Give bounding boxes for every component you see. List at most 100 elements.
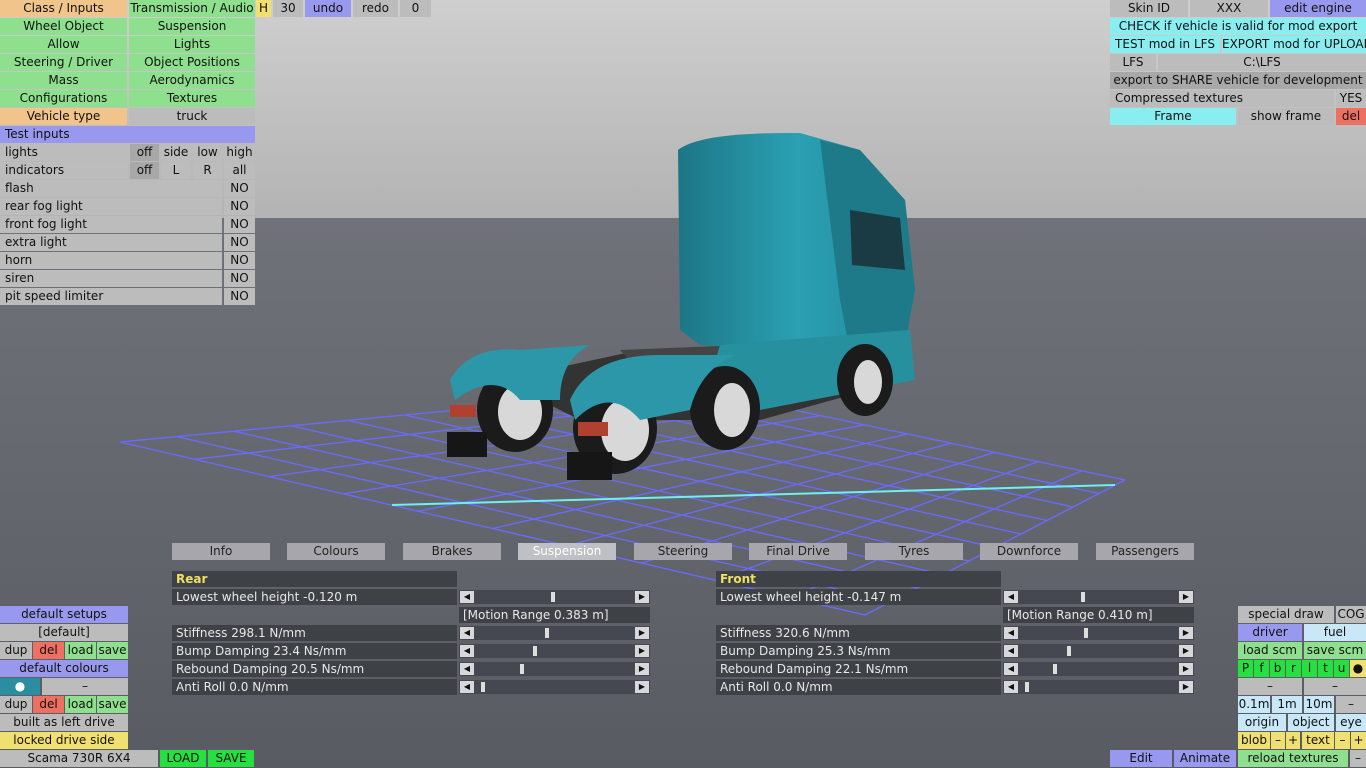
steering-driver-button[interactable]: Steering / Driver (0, 54, 127, 71)
rear-stiffness-slider[interactable]: ◀ ▶ (459, 626, 650, 640)
load-scm-button[interactable]: load scm (1238, 642, 1302, 659)
slider-thumb[interactable] (545, 628, 550, 638)
slider-thumb[interactable] (481, 682, 485, 692)
front-stiffness-slider[interactable]: ◀ ▶ (1003, 626, 1194, 640)
transmission-audio-button[interactable]: Transmission / Audio (129, 0, 255, 17)
colour-save-button[interactable]: save (97, 696, 128, 713)
letter-p-button[interactable]: P (1238, 660, 1253, 677)
scale-10m-button[interactable]: 10m (1304, 696, 1334, 713)
lights-button[interactable]: Lights (129, 36, 255, 53)
arrow-left-icon[interactable]: ◀ (1004, 591, 1018, 603)
arrow-left-icon[interactable]: ◀ (1004, 681, 1018, 693)
flash-toggle[interactable]: NO (224, 180, 255, 197)
tab-downforce[interactable]: Downforce (980, 543, 1078, 560)
setup-save-button[interactable]: save (97, 642, 128, 659)
arrow-right-icon[interactable]: ▶ (635, 663, 649, 675)
indicators-left-button[interactable]: L (161, 162, 191, 179)
show-frame-button[interactable]: show frame (1238, 108, 1334, 125)
arrow-left-icon[interactable]: ◀ (460, 627, 474, 639)
eye-button[interactable]: eye (1336, 714, 1366, 731)
lights-side-button[interactable]: side (161, 144, 191, 161)
slider-thumb[interactable] (551, 592, 555, 602)
textures-button[interactable]: Textures (129, 90, 255, 107)
vehicle-type-selector[interactable]: truck (129, 108, 255, 125)
scale-0-1m-button[interactable]: 0.1m (1238, 696, 1270, 713)
scale-1m-button[interactable]: 1m (1272, 696, 1302, 713)
blob-button[interactable]: blob (1238, 732, 1270, 749)
slider-thumb[interactable] (1025, 682, 1029, 692)
tab-final-drive[interactable]: Final Drive (749, 543, 847, 560)
pit-speed-limiter-toggle[interactable]: NO (224, 288, 255, 305)
default-setup-value[interactable]: [default] (0, 624, 128, 641)
arrow-right-icon[interactable]: ▶ (635, 645, 649, 657)
rear-lowest-slider[interactable]: ◀ ▶ (459, 590, 650, 604)
front-lowest-slider[interactable]: ◀ ▶ (1003, 590, 1194, 604)
letter-r-button[interactable]: r (1286, 660, 1301, 677)
slider-thumb[interactable] (520, 664, 525, 674)
indicators-off-button[interactable]: off (130, 162, 159, 179)
load-button[interactable]: LOAD (160, 750, 206, 767)
arrow-right-icon[interactable]: ▶ (635, 591, 649, 603)
text-button[interactable]: text (1302, 732, 1334, 749)
setup-dup-button[interactable]: dup (0, 642, 32, 659)
origin-button[interactable]: origin (1238, 714, 1286, 731)
rear-antiroll-slider[interactable]: ◀ ▶ (459, 680, 650, 694)
vehicle-name[interactable]: Scama 730R 6X4 (0, 750, 158, 767)
arrow-right-icon[interactable]: ▶ (1179, 591, 1193, 603)
dot-button[interactable]: ● (1350, 660, 1366, 677)
arrow-left-icon[interactable]: ◀ (1004, 627, 1018, 639)
check-vehicle-button[interactable]: CHECK if vehicle is valid for mod export (1110, 18, 1366, 35)
letter-t-button[interactable]: t (1318, 660, 1333, 677)
animate-button[interactable]: Animate (1174, 750, 1236, 767)
slider-thumb[interactable] (1083, 628, 1088, 638)
scale-minus-button[interactable]: – (1336, 696, 1366, 713)
front-bump-slider[interactable]: ◀ ▶ (1003, 644, 1194, 658)
lights-high-button[interactable]: high (224, 144, 255, 161)
lights-off-button[interactable]: off (130, 144, 159, 161)
front-fog-light-toggle[interactable]: NO (224, 216, 255, 233)
fuel-button[interactable]: fuel (1304, 624, 1366, 641)
built-as-left-drive[interactable]: built as left drive (0, 714, 128, 731)
default-setups-button[interactable]: default setups (0, 606, 128, 623)
redo-button[interactable]: redo (353, 0, 398, 17)
tab-steering[interactable]: Steering (634, 543, 732, 560)
save-scm-button[interactable]: save scm (1304, 642, 1366, 659)
reload-minus-button[interactable]: – (1350, 750, 1366, 767)
aerodynamics-button[interactable]: Aerodynamics (129, 72, 255, 89)
object-positions-button[interactable]: Object Positions (129, 54, 255, 71)
edit-engine-button[interactable]: edit engine (1270, 0, 1366, 17)
siren-toggle[interactable]: NO (224, 270, 255, 287)
slider-thumb[interactable] (1067, 646, 1071, 656)
export-mod-button[interactable]: EXPORT mod for UPLOAD (1222, 36, 1366, 53)
letter-f-button[interactable]: f (1254, 660, 1269, 677)
colour-del-button[interactable]: del (33, 696, 64, 713)
extra-light-toggle[interactable]: NO (224, 234, 255, 251)
lights-low-button[interactable]: low (193, 144, 222, 161)
arrow-right-icon[interactable]: ▶ (635, 681, 649, 693)
dash-left-button[interactable]: – (1238, 678, 1302, 695)
text-plus-button[interactable]: + (1351, 732, 1366, 749)
slider-thumb[interactable] (532, 646, 537, 656)
colour-swatch[interactable]: ● (0, 678, 40, 695)
tab-colours[interactable]: Colours (287, 543, 385, 560)
colour-load-button[interactable]: load (65, 696, 96, 713)
rear-rebound-slider[interactable]: ◀ ▶ (459, 662, 650, 676)
default-colours-button[interactable]: default colours (0, 660, 128, 677)
tab-brakes[interactable]: Brakes (403, 543, 501, 560)
lfs-path[interactable]: C:\LFS (1158, 54, 1366, 71)
letter-u-button[interactable]: u (1334, 660, 1349, 677)
locked-drive-side[interactable]: locked drive side (0, 732, 128, 749)
undo-button[interactable]: undo (305, 0, 351, 17)
rear-bump-slider[interactable]: ◀ ▶ (459, 644, 650, 658)
edit-button[interactable]: Edit (1110, 750, 1172, 767)
indicators-right-button[interactable]: R (193, 162, 222, 179)
slider-thumb[interactable] (1053, 664, 1057, 674)
blob-plus-button[interactable]: + (1286, 732, 1300, 749)
arrow-left-icon[interactable]: ◀ (460, 663, 474, 675)
del-frame-button[interactable]: del (1336, 108, 1366, 125)
arrow-right-icon[interactable]: ▶ (1179, 663, 1193, 675)
dash-right-button[interactable]: – (1304, 678, 1366, 695)
tab-info[interactable]: Info (172, 543, 270, 560)
arrow-right-icon[interactable]: ▶ (1179, 627, 1193, 639)
allow-button[interactable]: Allow (0, 36, 127, 53)
